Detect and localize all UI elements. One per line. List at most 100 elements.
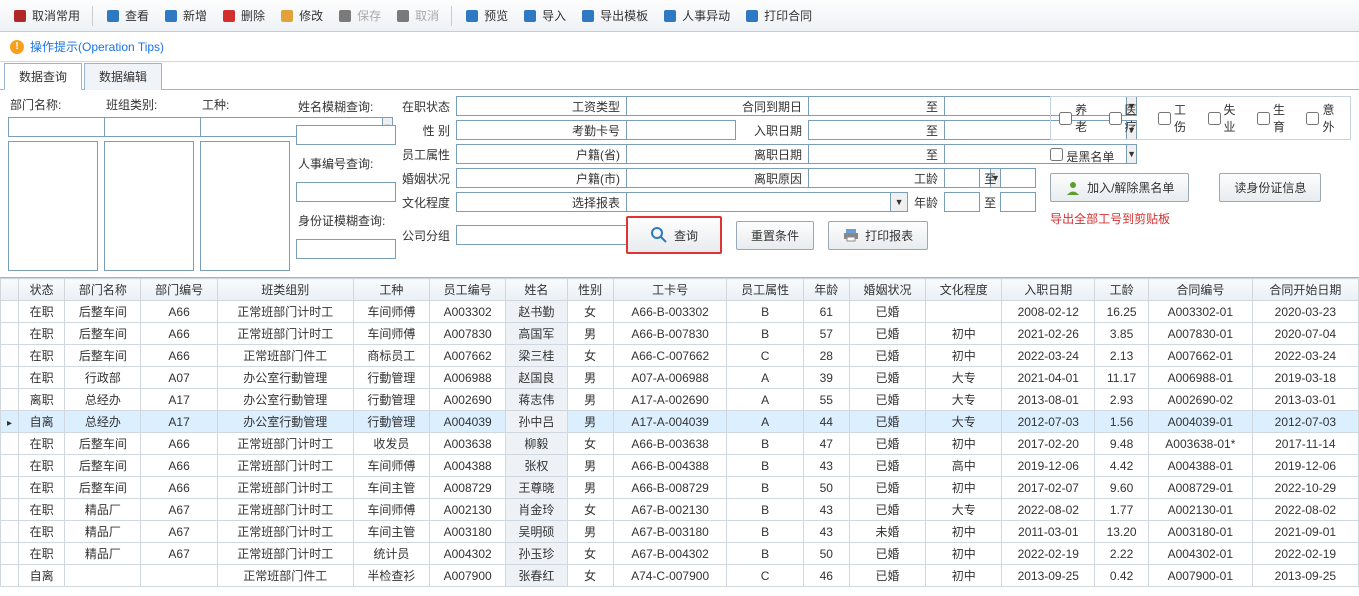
chk-blacklist[interactable]: 是黑名单 [1050,148,1114,165]
col-header[interactable]: 部门编号 [141,279,217,301]
hr-change-icon [662,8,678,24]
col-header[interactable]: 员工编号 [430,279,506,301]
col-header[interactable]: 合同编号 [1148,279,1252,301]
reset-button[interactable]: 重置条件 [736,221,814,250]
table-row[interactable]: 在职后整车间A66正常班部门计时工车间师傅A003302赵书勤女A66-B-00… [1,301,1359,323]
name-fuzzy-label: 姓名模糊查询: [296,98,375,115]
company-group-combo[interactable] [456,225,638,245]
table-row[interactable]: 在职精品厂A67正常班部门计时工车间主管A003180吴明硕男A67-B-003… [1,521,1359,543]
chk-injury[interactable]: 工伤 [1158,101,1193,135]
add-icon [163,8,179,24]
age-from[interactable] [944,192,980,212]
table-row[interactable]: 在职后整车间A66正常班部门计时工车间师傅A004388张权男A66-B-004… [1,455,1359,477]
table-row[interactable]: 在职后整车间A66正常班部门计时工收发员A003638柳毅女A66-B-0036… [1,433,1359,455]
toolbar-preview[interactable]: 预览 [458,4,514,27]
search-icon [650,226,668,244]
id-fuzzy-input[interactable] [296,239,396,259]
jobtype-tree[interactable] [200,141,290,271]
table-row[interactable]: 在职后整车间A66正常班部门计时工车间主管A008729王尊晓男A66-B-00… [1,477,1359,499]
to-label: 至 [914,98,938,115]
col-header[interactable]: 状态 [19,279,65,301]
col-header[interactable]: 工龄 [1095,279,1149,301]
col-header[interactable]: 工卡号 [613,279,727,301]
attend-card-input[interactable] [626,120,736,140]
col-header[interactable]: 部门名称 [65,279,141,301]
toolbar-print-contract[interactable]: 打印合同 [738,4,818,27]
table-row[interactable]: 自离总经办A17办公室行動管理行動管理A004039孙中吕男A17-A-0040… [1,411,1359,433]
read-id-button[interactable]: 读身份证信息 [1219,173,1321,202]
table-row[interactable]: 在职行政部A07办公室行動管理行動管理A006988赵国良男A07-A-0069… [1,367,1359,389]
tab-data-query[interactable]: 数据查询 [4,63,82,90]
to-label-3: 至 [914,146,938,163]
team-tree[interactable] [104,141,194,271]
toolbar-export-tpl[interactable]: 导出模板 [574,4,654,27]
seniority-label: 工龄 [914,170,938,187]
toolbar-view[interactable]: 查看 [99,4,155,27]
col-header[interactable]: 工种 [353,279,429,301]
col-header[interactable]: 性别 [567,279,613,301]
view-icon [105,8,121,24]
col-header[interactable]: 员工属性 [727,279,803,301]
province-label: 户籍(省) [572,146,620,163]
seniority-from[interactable] [944,168,980,188]
table-row[interactable]: 在职后整车间A66正常班部门件工商标员工A007662梁三桂女A66-C-007… [1,345,1359,367]
toolbar-hr-change[interactable]: 人事异动 [656,4,736,27]
team-label: 班组类别: [104,96,194,113]
table-row[interactable]: 在职精品厂A67正常班部门计时工车间师傅A002130肖金玲女A67-B-002… [1,499,1359,521]
dropdown-icon[interactable]: ▼ [890,192,908,212]
chk-medical[interactable]: 医疗 [1109,101,1144,135]
undo-icon [395,8,411,24]
empno-input[interactable] [296,182,396,202]
col-header[interactable]: 入职日期 [1002,279,1095,301]
toolbar-edit[interactable]: 修改 [273,4,329,27]
save-icon [337,8,353,24]
attend-card-label: 考勤卡号 [572,122,620,139]
salary-type-label: 工资类型 [572,98,620,115]
printer-icon [843,227,859,243]
col-header[interactable]: 姓名 [506,279,567,301]
add-blacklist-button[interactable]: 加入/解除黑名单 [1050,173,1189,202]
operation-tips[interactable]: ! 操作提示(Operation Tips) [0,32,1359,62]
col-header[interactable]: 文化程度 [926,279,1002,301]
toolbar-delete[interactable]: 删除 [215,4,271,27]
report-combo[interactable] [626,192,890,212]
chk-birth[interactable]: 生育 [1257,101,1292,135]
col-header[interactable]: 年龄 [803,279,849,301]
name-fuzzy-input[interactable] [296,125,396,145]
toolbar-add[interactable]: 新增 [157,4,213,27]
toolbar-undo: 取消 [389,4,445,27]
seniority-to[interactable] [1000,168,1036,188]
chk-accident[interactable]: 意外 [1306,101,1341,135]
col-header[interactable]: 班类组别 [217,279,353,301]
toolbar-import[interactable]: 导入 [516,4,572,27]
query-button[interactable]: 查询 [626,216,722,254]
leave-reason-label: 离职原因 [742,170,802,187]
table-row[interactable]: 离职总经办A17办公室行動管理行動管理A002690蒋志伟男A17-A-0026… [1,389,1359,411]
dept-tree[interactable] [8,141,98,271]
import-icon [522,8,538,24]
delete-icon [221,8,237,24]
tips-text: 操作提示(Operation Tips) [30,38,164,55]
leave-date-label: 离职日期 [742,146,802,163]
chk-unemploy[interactable]: 失业 [1208,101,1243,135]
age-to[interactable] [1000,192,1036,212]
print-contract-icon [744,8,760,24]
chk-pension[interactable]: 养老 [1059,101,1094,135]
print-report-button[interactable]: 打印报表 [828,221,928,250]
toolbar-cancel-common[interactable]: 取消常用 [6,4,86,27]
table-row[interactable]: 在职精品厂A67正常班部门计时工统计员A004302孙玉珍女A67-B-0043… [1,543,1359,565]
table-row[interactable]: 自离正常班部门件工半检查衫A007900张春红女A74-C-007900C46已… [1,565,1359,587]
table-row[interactable]: 在职后整车间A66正常班部门计时工车间师傅A007830高国军男A66-B-00… [1,323,1359,345]
col-header[interactable]: 合同开始日期 [1252,279,1358,301]
export-all-link[interactable]: 导出全部工号到剪贴板 [1050,210,1170,227]
city-label: 户籍(市) [572,170,620,187]
dept-label: 部门名称: [8,96,98,113]
col-header[interactable] [1,279,19,301]
contract-end-label: 合同到期日 [742,98,802,115]
tab-data-edit[interactable]: 数据编辑 [84,63,162,90]
info-icon: ! [10,40,24,54]
export-tpl-icon [580,8,596,24]
edit-icon [279,8,295,24]
to-label-2: 至 [914,122,938,139]
col-header[interactable]: 婚姻状况 [849,279,925,301]
